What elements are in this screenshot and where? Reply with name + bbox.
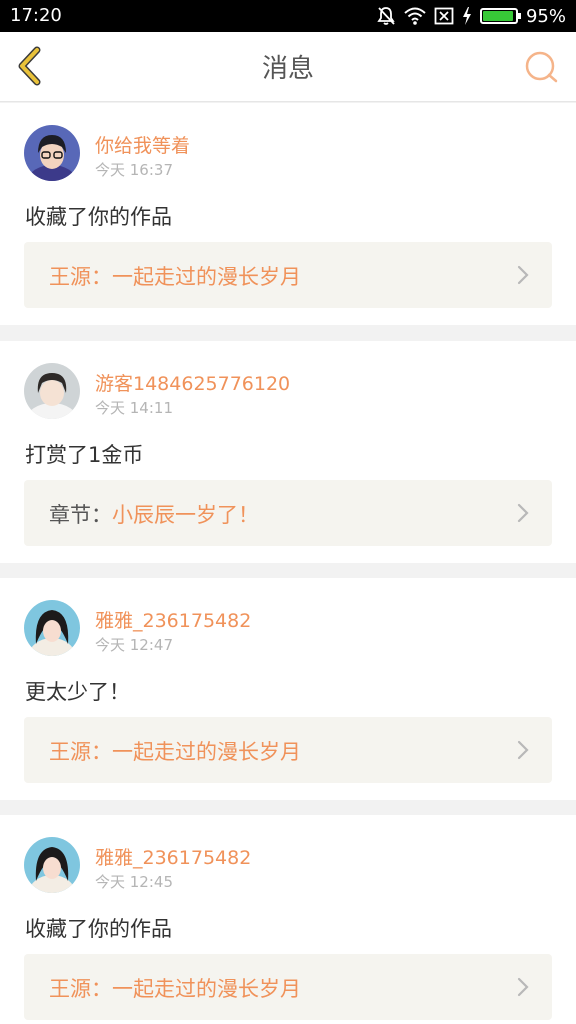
message-time: 今天 12:47 xyxy=(95,636,173,654)
work-link-label: 王源：一起走过的漫长岁月 xyxy=(49,973,301,1003)
status-time: 17:20 xyxy=(10,5,62,26)
charging-icon xyxy=(462,7,471,25)
username[interactable]: 雅雅_236175482 xyxy=(95,606,251,633)
status-bar: 17:20 95% xyxy=(0,0,576,32)
work-link-title: 王源：一起走过的漫长岁月 xyxy=(49,740,301,764)
chapter-link-title: 小辰辰一岁了！ xyxy=(112,503,259,527)
chapter-link-prefix: 章节： xyxy=(49,503,112,527)
work-link-label: 王源：一起走过的漫长岁月 xyxy=(49,261,301,291)
battery-level xyxy=(482,11,514,21)
message-card: 雅雅_236175482 今天 12:45 收藏了你的作品 王源：一起走过的漫长… xyxy=(0,815,576,1024)
message-action: 更太少了！ xyxy=(25,680,130,704)
search-icon xyxy=(525,51,558,83)
mute-icon xyxy=(377,7,395,25)
chapter-link[interactable]: 章节：小辰辰一岁了！ xyxy=(24,480,552,546)
chevron-right-icon xyxy=(517,265,529,285)
message-action: 收藏了你的作品 xyxy=(25,205,172,229)
page-title: 消息 xyxy=(261,54,314,84)
avatar-image xyxy=(24,837,80,893)
message-action: 打赏了1金币 xyxy=(25,443,144,467)
message-time: 今天 16:37 xyxy=(95,161,173,179)
message-time: 今天 12:45 xyxy=(95,873,173,891)
work-link[interactable]: 王源：一起走过的漫长岁月 xyxy=(24,242,552,308)
no-sim-icon xyxy=(434,7,454,25)
chevron-right-icon xyxy=(517,977,529,997)
message-action: 收藏了你的作品 xyxy=(25,917,172,941)
username[interactable]: 游客1484625776120 xyxy=(95,369,290,396)
search-button[interactable] xyxy=(520,46,562,88)
avatar[interactable] xyxy=(24,125,80,181)
chevron-right-icon xyxy=(517,740,529,760)
header: 消息 xyxy=(0,32,576,102)
battery-icon xyxy=(479,8,521,24)
avatar-image xyxy=(24,600,80,656)
avatar[interactable] xyxy=(24,363,80,419)
message-card: 雅雅_236175482 今天 12:47 更太少了！ 王源：一起走过的漫长岁月 xyxy=(0,578,576,800)
message-card: 你给我等着 今天 16:37 收藏了你的作品 王源：一起走过的漫长岁月 xyxy=(0,103,576,325)
work-link-title: 王源：一起走过的漫长岁月 xyxy=(49,977,301,1001)
username[interactable]: 雅雅_236175482 xyxy=(95,843,251,870)
chevron-right-icon xyxy=(517,503,529,523)
avatar[interactable] xyxy=(24,600,80,656)
work-link-title: 王源：一起走过的漫长岁月 xyxy=(49,265,301,289)
status-icons: 95% xyxy=(376,4,566,28)
avatar-image xyxy=(24,125,80,181)
work-link[interactable]: 王源：一起走过的漫长岁月 xyxy=(24,717,552,783)
username[interactable]: 你给我等着 xyxy=(95,131,190,158)
work-link-label: 王源：一起走过的漫长岁月 xyxy=(49,736,301,766)
wifi-icon xyxy=(404,7,426,25)
avatar-image xyxy=(24,363,80,419)
avatar[interactable] xyxy=(24,837,80,893)
message-time: 今天 14:11 xyxy=(95,399,173,417)
work-link[interactable]: 王源：一起走过的漫长岁月 xyxy=(24,954,552,1020)
chapter-link-label: 章节：小辰辰一岁了！ xyxy=(49,499,259,529)
battery-percentage: 95% xyxy=(525,5,566,27)
message-card: 游客1484625776120 今天 14:11 打赏了1金币 章节：小辰辰一岁… xyxy=(0,341,576,563)
